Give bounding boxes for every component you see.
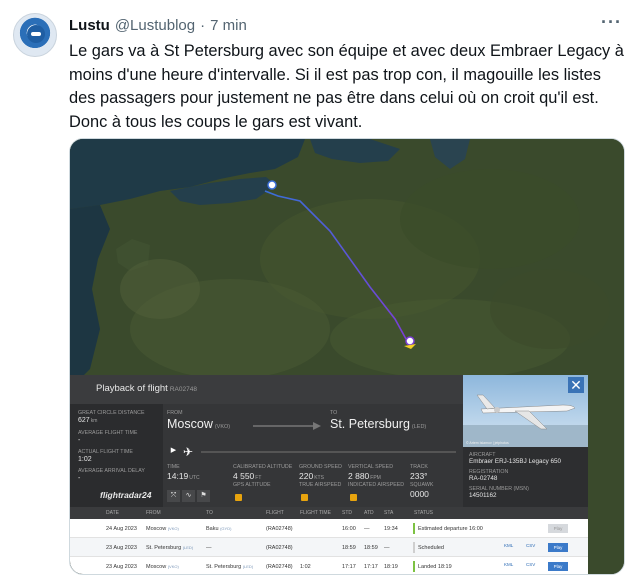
tweet-media[interactable]: Playback of flight RA02748 Great circle d… — [69, 138, 625, 575]
play-button[interactable]: Play — [548, 524, 568, 533]
serial-value: 14501162 — [469, 492, 497, 499]
registration-value: RA-02748 — [469, 475, 498, 482]
playback-panel: Playback of flight RA02748 Great circle d… — [70, 375, 588, 574]
ground-speed-value: 220KTS — [299, 471, 324, 481]
status-indicator — [413, 542, 415, 553]
flightradar-logo: flightradar24 — [100, 490, 152, 500]
close-button[interactable]: ✕ — [568, 377, 584, 393]
squawk-value: 0000 — [410, 489, 429, 499]
track-value: 233° — [410, 471, 428, 481]
origin-marker-icon — [267, 180, 277, 190]
flag-icon[interactable]: ⚑ — [197, 490, 210, 502]
status-text: Estimated departure 16:00 — [418, 526, 483, 532]
playback-title: Playback of flight RA02748 — [70, 375, 463, 404]
more-options-icon[interactable]: ··· — [601, 12, 622, 33]
photo-credit: © Artem Islamov | jetphotos — [466, 441, 509, 445]
table-row[interactable]: 23 Aug 2023 Moscow (VKO) St. Petersburg … — [70, 557, 588, 574]
status-indicator — [413, 523, 415, 534]
avatar-emblem-icon — [27, 25, 45, 43]
tweet: Lustu @Lustublog · 7 min ··· Le gars va … — [0, 0, 640, 583]
tweet-header: Lustu @Lustublog · 7 min — [69, 14, 247, 36]
author-name[interactable]: Lustu — [69, 17, 110, 34]
lock-icon — [301, 494, 308, 501]
to-city: St. Petersburg (LED) — [330, 417, 427, 431]
author-handle[interactable]: @Lustublog — [115, 17, 195, 34]
tweet-text: Le gars va à St Petersburg avec son équi… — [69, 42, 624, 131]
aircraft-type: Embraer ERJ-135BJ Legacy 650 — [469, 458, 562, 465]
lock-icon — [235, 494, 242, 501]
playback-timeline[interactable] — [201, 451, 456, 453]
csv-download-link[interactable]: CSV — [526, 562, 535, 567]
status-indicator — [413, 561, 415, 572]
table-header: Date From To Flight Flight time STD ATD … — [70, 507, 588, 519]
tweet-timestamp[interactable]: 7 min — [210, 17, 247, 34]
kml-download-link[interactable]: KML — [504, 562, 513, 567]
altitude-value: 4 550FT — [233, 471, 262, 481]
expand-icon[interactable]: ⤧ — [167, 490, 180, 502]
aircraft-info: Aircraft Embraer ERJ-135BJ Legacy 650 Re… — [463, 447, 588, 507]
csv-download-link[interactable]: CSV — [526, 543, 535, 548]
route-info: From Moscow (VKO) To St. Petersburg (LED) … — [163, 404, 463, 507]
lock-icon — [350, 494, 357, 501]
time-value: 14:19UTC — [167, 471, 200, 481]
status-text: Scheduled — [418, 545, 444, 551]
plane-icon: ✈ — [183, 445, 194, 459]
play-icon[interactable]: ▶ — [167, 445, 180, 457]
destination-marker-icon — [405, 336, 415, 346]
route-arrow-icon — [253, 422, 321, 430]
play-button[interactable]: Play — [548, 543, 568, 552]
flight-history-table: Date From To Flight Flight time STD ATD … — [70, 507, 588, 574]
from-city: Moscow (VKO) — [167, 417, 231, 431]
distance-value: 627km — [78, 417, 98, 424]
kml-download-link[interactable]: KML — [504, 543, 513, 548]
graph-icon[interactable]: ∿ — [182, 490, 195, 502]
vertical-speed-value: 2 880FPM — [348, 471, 381, 481]
table-row[interactable]: 23 Aug 2023 St. Petersburg (LED) — (RA02… — [70, 538, 588, 557]
play-button[interactable]: Play — [548, 562, 568, 571]
status-text: Landed 18:19 — [418, 564, 452, 570]
table-row[interactable]: 24 Aug 2023 Moscow (VKO) Baku (GYD) (RA0… — [70, 519, 588, 538]
author-avatar[interactable] — [13, 13, 57, 57]
header-separator: · — [200, 16, 206, 34]
